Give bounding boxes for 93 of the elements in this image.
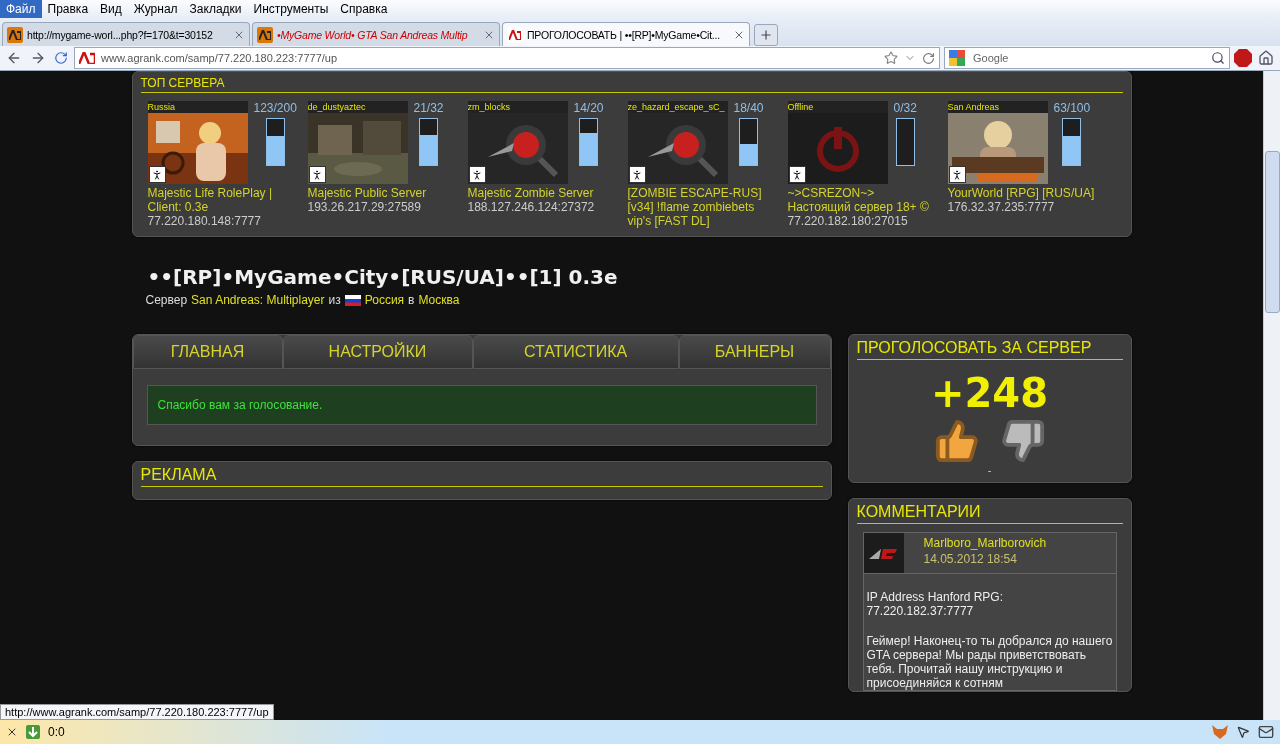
vote-score: +248 — [931, 370, 1048, 416]
subtitle-text: из — [328, 293, 341, 307]
subtitle-text: Сервер — [145, 293, 188, 307]
search-input[interactable]: Google — [971, 51, 1205, 65]
server-name-link[interactable]: [ZOMBIE ESCAPE-RUS] [v34] !flame zombiebets vip's [FAST DL] — [627, 186, 778, 228]
city-link[interactable]: Москва — [418, 293, 460, 307]
server-thumbnail[interactable]: San Andreas — [947, 101, 1048, 184]
menu-item[interactable]: Инструменты — [247, 0, 335, 18]
bookmark-star-icon[interactable] — [884, 51, 898, 65]
pointer-icon[interactable] — [1236, 725, 1250, 739]
home-button[interactable] — [1256, 50, 1276, 66]
server-thumbnail[interactable]: zm_blocks — [467, 101, 568, 184]
success-message: Спасибо вам за голосование. — [146, 385, 817, 425]
comment-text: Геймер! Наконец-то ты добрался до нашего GTA сервера! Мы рады приветствовать тебя. Прочитай нашу инструкцию и присоединяйся к сотням — [865, 634, 1114, 690]
browser-tab[interactable]: ПРОГОЛОСОВАТЬ | ••[RP]•MyGame•Cit... — [502, 22, 750, 46]
section-tab[interactable]: БАННЕРЫ — [678, 335, 831, 369]
plus-icon — [759, 28, 773, 42]
new-tab-button[interactable] — [754, 24, 778, 46]
favicon-icon — [7, 26, 23, 43]
map-label: ze_hazard_escape_sC_ — [627, 101, 728, 113]
server-address: 176.32.37.235:7777 — [947, 200, 1056, 214]
browser-tab[interactable]: •MyGame World• GTA San Andreas Multip — [252, 22, 500, 46]
fox-icon[interactable] — [1212, 725, 1228, 739]
server-address: 77.220.182.180:27015 — [787, 214, 909, 228]
close-icon[interactable] — [6, 726, 18, 738]
status-counter: 0:0 — [48, 725, 65, 739]
tab-title: ПРОГОЛОСОВАТЬ | ••[RP]•MyGame•Cit... — [527, 28, 721, 41]
section-tab[interactable]: СТАТИСТИКА — [472, 335, 679, 369]
thumbs-down-icon[interactable] — [999, 418, 1046, 464]
server-name-link[interactable]: YourWorld [RPG] [RUS/UA] — [947, 186, 1098, 200]
flag-icon — [344, 294, 361, 306]
comment-author[interactable]: Marlboro_Marlborovich — [923, 536, 1047, 550]
comment-text: IP Address Hanford RPG: 77.220.182.37:7777 — [865, 590, 1004, 618]
menu-item[interactable]: Файл — [0, 0, 42, 18]
comment-date: 14.05.2012 18:54 — [923, 552, 1018, 566]
panel-title: КОММЕНТАРИИ — [856, 503, 981, 520]
player-count: 0/32 — [893, 101, 917, 115]
server-address: 77.220.180.148:7777 — [147, 214, 262, 228]
player-count: 63/100 — [1053, 101, 1091, 115]
server-thumbnail[interactable]: de_dustyaztec — [307, 101, 408, 184]
player-count: 21/32 — [413, 101, 444, 115]
player-meter — [895, 118, 915, 166]
mail-icon[interactable] — [1258, 724, 1274, 740]
server-thumbnail[interactable]: Offline — [787, 101, 888, 184]
game-link[interactable]: San Andreas: Multiplayer — [191, 293, 325, 307]
section-tab[interactable]: НАСТРОЙКИ — [282, 335, 473, 369]
map-label: de_dustyaztec — [307, 101, 408, 113]
player-count: 18/40 — [733, 101, 764, 115]
map-label: Offline — [787, 101, 888, 113]
menu-item[interactable]: Вид — [94, 0, 128, 18]
stop-sign-icon[interactable] — [1234, 49, 1252, 67]
favicon-icon — [257, 26, 273, 43]
menu-item[interactable]: Журнал — [127, 0, 184, 18]
avatar-logo-icon — [863, 533, 904, 573]
server-name-link[interactable]: Majestic Zombie Server — [467, 186, 618, 200]
server-thumbnail[interactable]: ze_hazard_escape_sC_ — [627, 101, 728, 184]
site-logo-icon — [79, 52, 95, 64]
tab-title: http://mygame-worl...php?f=170&t=30152 — [27, 28, 214, 41]
subtitle-text: в — [408, 293, 415, 307]
scrollbar[interactable] — [1263, 71, 1280, 720]
url-text: www.agrank.com/samp/77.220.180.223:7777/up — [101, 52, 338, 64]
search-box[interactable]: Google — [944, 47, 1230, 69]
search-engine-icon — [949, 50, 965, 66]
server-address: 188.127.246.124:27372 — [467, 200, 596, 214]
player-count: 123/200 — [253, 101, 297, 115]
reload-icon[interactable] — [922, 51, 935, 65]
search-icon[interactable] — [1211, 51, 1225, 65]
server-address: 193.26.217.29:27589 — [307, 200, 422, 214]
favicon-icon — [507, 26, 523, 43]
map-label: Russia — [147, 101, 248, 113]
section-tab[interactable]: ГЛАВНАЯ — [132, 335, 283, 369]
map-label: zm_blocks — [467, 101, 568, 113]
server-thumbnail[interactable]: Russia — [147, 101, 248, 184]
vote-note: - — [987, 464, 992, 476]
menu-item[interactable]: Справка — [334, 0, 394, 18]
scrollbar-thumb[interactable] — [1264, 151, 1280, 313]
player-count: 14/20 — [573, 101, 604, 115]
menu-item[interactable]: Правка — [41, 0, 95, 18]
map-label: San Andreas — [947, 101, 1048, 113]
browser-tab[interactable]: http://mygame-worl...php?f=170&t=30152 — [2, 22, 250, 46]
panel-title: ПРОГОЛОСОВАТЬ ЗА СЕРВЕР — [856, 339, 1092, 356]
panel-title: ТОП СЕРВЕРА — [140, 76, 225, 90]
server-name-link[interactable]: ~>CSREZON~> Настоящий сервер 18+ © — [787, 186, 938, 214]
panel-title: РЕКЛАМА — [140, 466, 217, 483]
address-field[interactable]: www.agrank.com/samp/77.220.180.223:7777/up — [74, 47, 940, 69]
server-title: ••[RP]•MyGame•City•[RUS/UA]••[1] 0.3e — [147, 265, 619, 289]
tab-title: •MyGame World• GTA San Andreas Multip — [277, 28, 469, 41]
server-name-link[interactable]: Majestic Life RolePlay | Client: 0.3e — [147, 186, 298, 214]
thumbs-up-icon[interactable] — [933, 418, 980, 464]
download-icon[interactable] — [26, 725, 40, 739]
country-link[interactable]: Россия — [364, 293, 405, 307]
server-name-link[interactable]: Majestic Public Server — [307, 186, 458, 200]
menu-item[interactable]: Закладки — [183, 0, 248, 18]
